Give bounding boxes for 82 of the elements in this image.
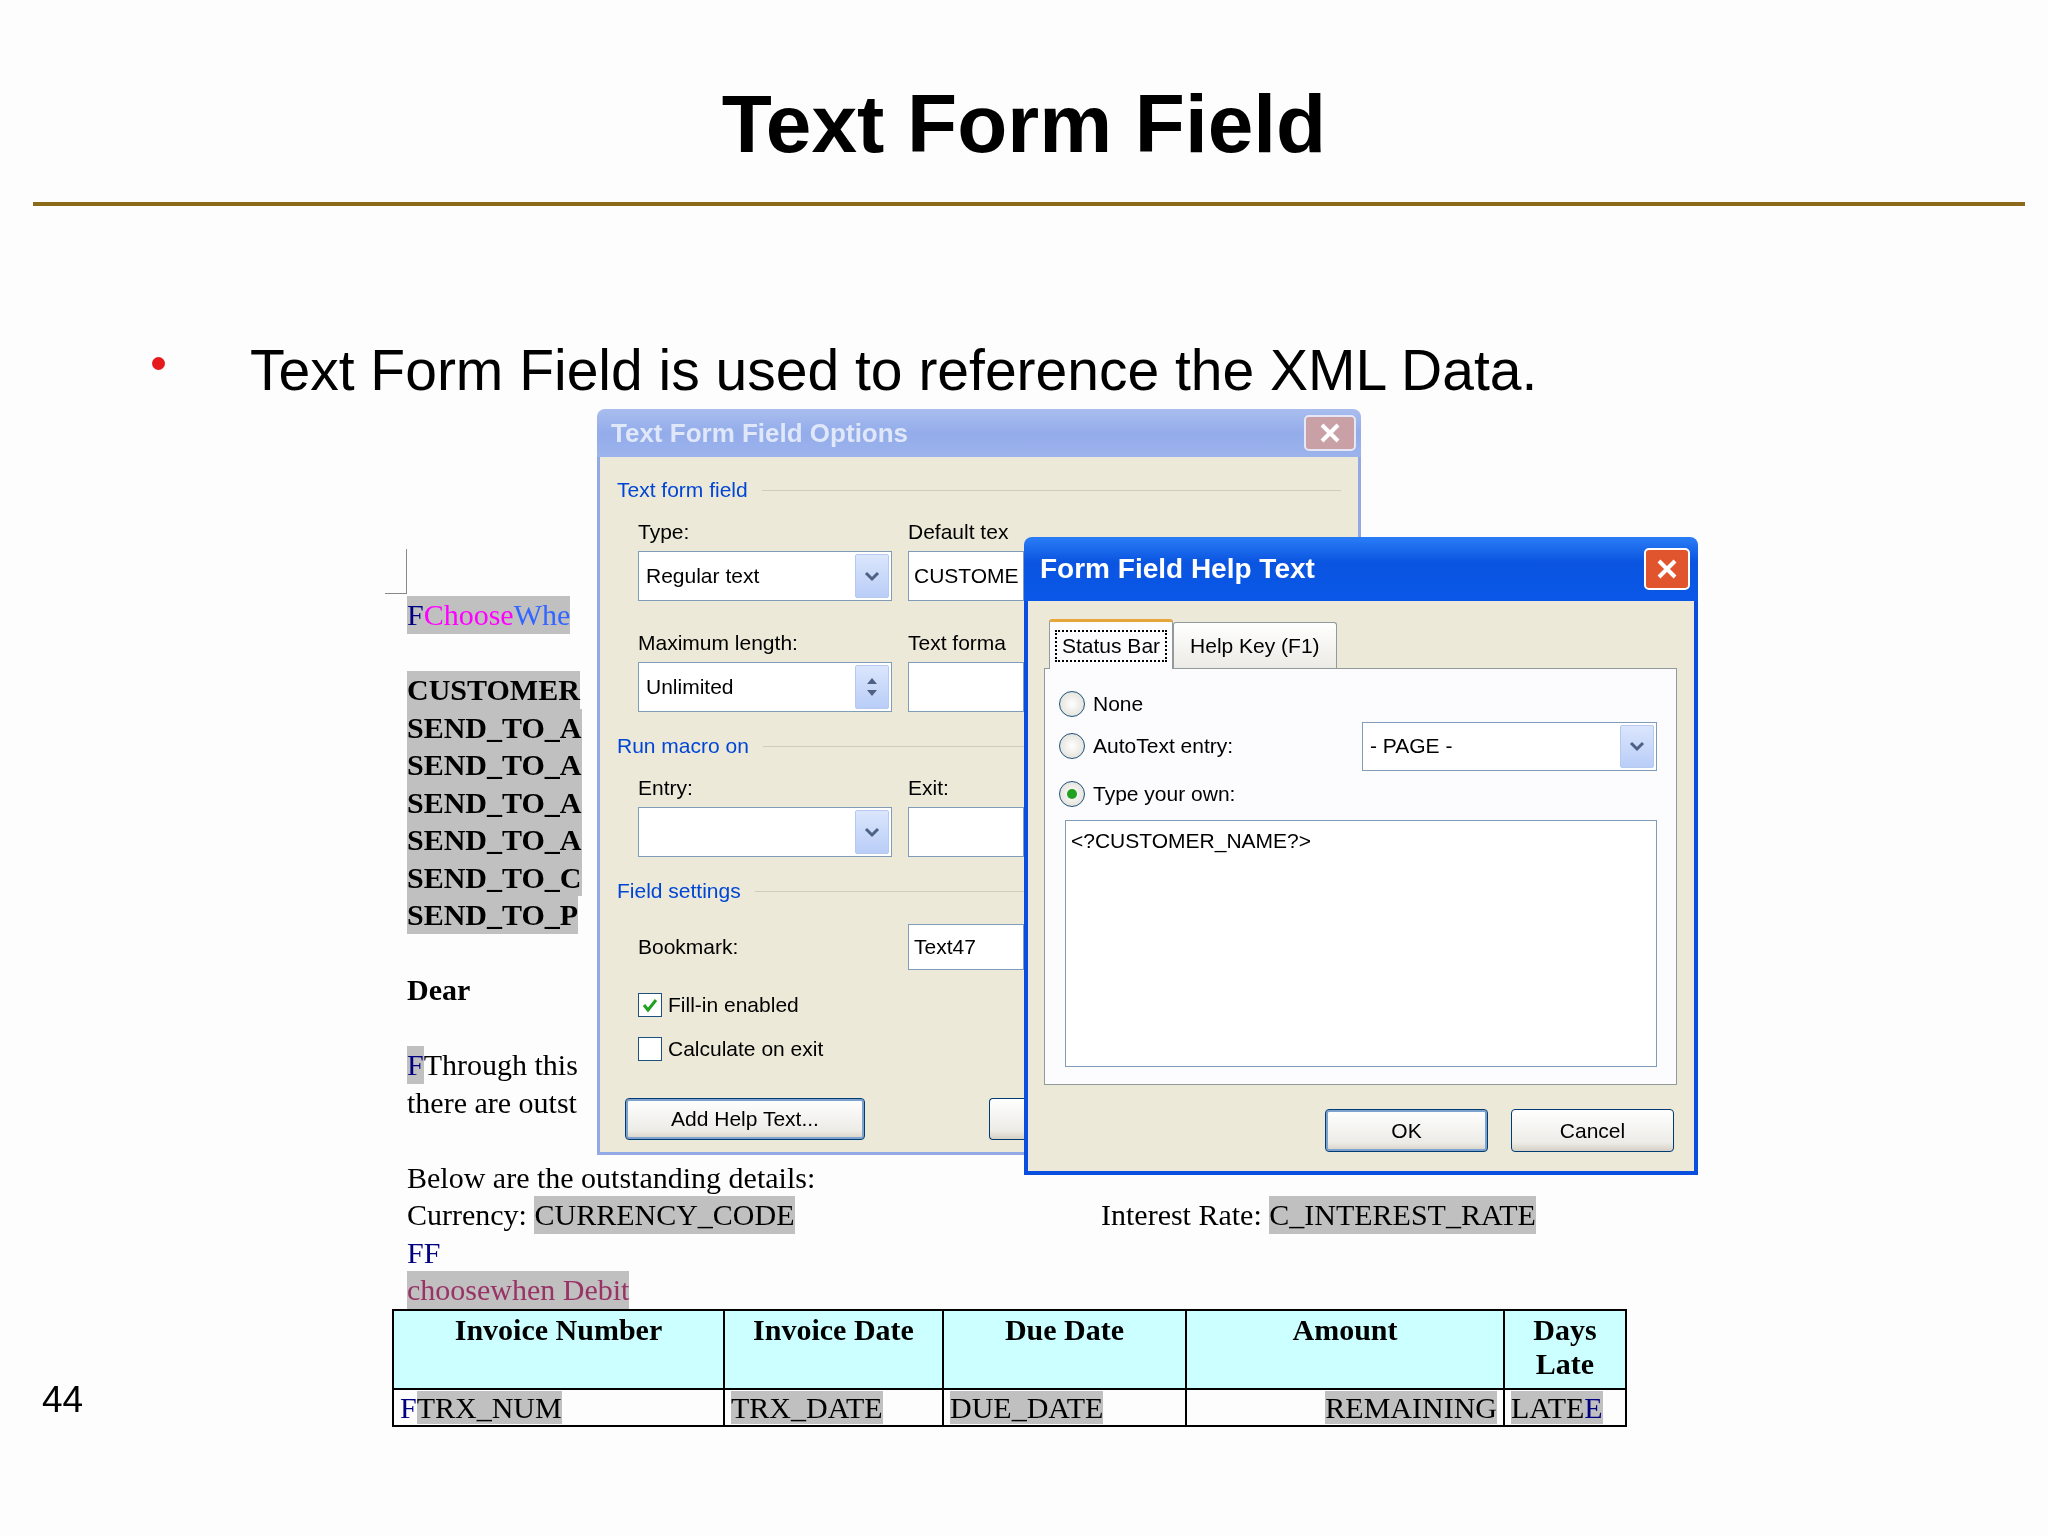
field-code: E [1584,1390,1603,1424]
field-label: Entry: [638,776,694,800]
document-text: Dear [407,972,471,1008]
document-text: there are outst [407,1084,577,1121]
field-code: CURRENCY_CODE [534,1196,795,1234]
field-code: SEND_TO_A [407,746,582,784]
field-code: when Debit [490,1271,630,1309]
tab[interactable]: Help Key (F1) [1173,622,1337,668]
field-code: F [407,596,424,634]
field-code: C_INTEREST_RATE [1269,1196,1536,1234]
chevron-down-icon [864,826,880,838]
dropdown[interactable] [638,807,892,857]
field-code: REMAINING [1325,1390,1497,1424]
document-text: Through this [423,1047,578,1083]
text-area[interactable]: <?CUSTOMER_NAME?> [1065,819,1657,1067]
field-code: SEND_TO_P [407,896,579,934]
slide-title: Text Form Field [720,77,1328,171]
radio-button[interactable] [1059,690,1085,717]
field-code: Choose [423,596,514,634]
field-label: Exit: [908,776,950,800]
dialog-button[interactable]: Add Help Text... [625,1098,865,1140]
field-code: LATE [1511,1390,1585,1424]
close-icon [1318,421,1342,445]
field-code: SEND_TO_C [407,858,582,896]
column-header: Amount [1186,1309,1504,1389]
radio-button[interactable] [1059,733,1085,760]
field-label: Maximum length: [638,631,799,655]
column-header: Days Late [1504,1309,1626,1389]
text-field[interactable]: Text47 [908,924,1024,970]
window-title: Text Form Field Options [611,417,909,449]
document-text: FF [407,1234,441,1271]
field-label: Default tex [908,520,1010,544]
field-code: SEND_TO_A [407,783,582,821]
close-icon [1655,557,1679,581]
document-text: Interest Rate: [1101,1197,1263,1233]
field-label: Type: [638,520,691,544]
checkbox-label: Calculate on exit [668,1037,824,1061]
field-code: choose [407,1271,491,1309]
text-field[interactable] [908,662,1024,712]
bullet-text: Text Form Field is used to reference the XML Data. [250,337,1538,404]
text-field[interactable] [908,807,1024,857]
checkbox-label: Fill-in enabled [668,993,799,1017]
field-label: Text forma [908,631,1008,655]
dialog-button[interactable] [989,1098,1024,1140]
column-header: Invoice Date [724,1309,943,1389]
radio-label: AutoText entry: [1093,734,1234,759]
document-text: Below are the outstanding details: [407,1159,816,1196]
field-code: CUSTOMER [407,671,580,709]
checkbox[interactable] [638,993,662,1017]
dropdown[interactable]: - PAGE - [1362,721,1657,771]
group-label: Text form field [617,478,748,502]
margin-corner-mark [385,549,407,594]
document-text: F [400,1390,417,1424]
column-header: Due Date [943,1309,1186,1389]
field-code: Whe [513,596,571,634]
chevron-down-icon [1629,740,1645,753]
bullet-icon [152,356,165,370]
dialog-button[interactable]: OK [1325,1109,1488,1152]
chevron-down-icon [864,570,880,582]
group-label: Run macro on [617,734,749,758]
field-code: SEND_TO_A [407,708,582,746]
document-text: Currency: [407,1197,528,1233]
window-title: Form Field Help Text [1040,553,1315,585]
tab[interactable]: Status Bar [1049,619,1174,669]
field-code: SEND_TO_A [407,821,582,859]
spin-box[interactable]: Unlimited [638,662,892,712]
checkmark-icon [641,996,659,1014]
text-field[interactable]: CUSTOME [908,551,1024,601]
radio-label: Type your own: [1093,781,1236,806]
field-code: TRX_DATE [731,1390,883,1424]
field-code: F [407,1046,424,1084]
field-label: Bookmark: [638,935,740,959]
field-code: TRX_NUM [416,1390,562,1424]
checkbox[interactable] [638,1037,662,1061]
column-header: Invoice Number [393,1309,724,1389]
dialog-button[interactable]: Cancel [1511,1109,1674,1152]
dropdown[interactable]: Regular text [638,551,892,601]
field-code: DUE_DATE [950,1390,1104,1424]
radio-button[interactable] [1059,780,1085,807]
radio-label: None [1093,691,1144,716]
group-label: Field settings [617,879,741,903]
page-number: 44 [42,1378,84,1422]
